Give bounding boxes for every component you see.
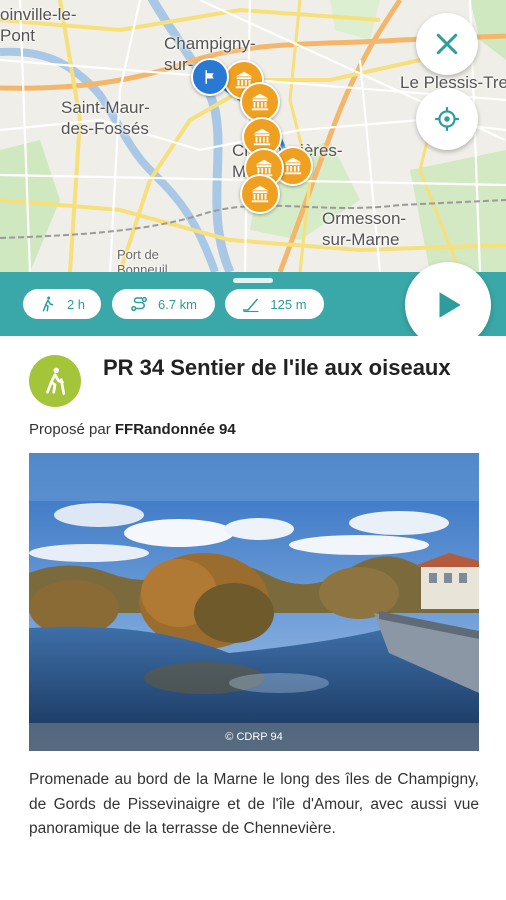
distance-value: 6.7 km: [157, 296, 197, 312]
map-label-joinville: oinville-le- Pont: [0, 5, 77, 45]
close-button[interactable]: [416, 13, 478, 75]
elevation-chip: 125 m: [225, 289, 324, 319]
duration-chip: 2 h: [23, 289, 101, 319]
flag-icon: [205, 70, 214, 84]
river-landscape-photo: [29, 453, 479, 751]
hike-type-badge: [29, 355, 81, 407]
map-label-saint-maur: Saint-Maur- des-Fossés: [61, 98, 150, 138]
photo-credit: © CDRP 94: [29, 723, 479, 751]
trail-photo[interactable]: © CDRP 94: [29, 453, 479, 751]
trail-title: PR 34 Sentier de l'ile aux oiseaux: [103, 355, 451, 380]
trail-description: Promenade au bord de la Marne le long de…: [29, 771, 479, 837]
monument-icon: [253, 128, 271, 146]
elevation-value: 125 m: [270, 296, 307, 312]
proposer-line: Proposé par FFRandonnée 94: [29, 421, 236, 438]
start-flag-marker[interactable]: [191, 58, 229, 96]
hiker-icon: [42, 296, 54, 312]
play-icon: [439, 292, 461, 318]
poi-marker[interactable]: [240, 82, 280, 122]
hiker-icon: [46, 367, 66, 395]
close-icon: [436, 33, 458, 55]
distance-chip: 6.7 km: [112, 289, 215, 319]
route-icon: [131, 296, 147, 312]
sheet-drag-handle[interactable]: [233, 278, 273, 283]
crosshair-icon: [435, 107, 459, 131]
duration-value: 2 h: [66, 296, 86, 312]
monument-icon: [251, 93, 269, 111]
map-label-ormesson: Ormesson- sur-Marne: [322, 209, 407, 249]
map-view[interactable]: oinville-le- Pont Champigny- sur- Le Ple…: [0, 0, 506, 272]
locate-button[interactable]: [416, 88, 478, 150]
monument-icon: [284, 157, 302, 175]
poi-marker[interactable]: [240, 174, 280, 214]
elevation-icon: [243, 298, 259, 313]
monument-icon: [251, 185, 269, 203]
proposer-label: Proposé par: [29, 421, 111, 438]
map-label-port: Port de Bonneuil: [117, 247, 168, 272]
proposer-name: FFRandonnée 94: [114, 421, 236, 438]
